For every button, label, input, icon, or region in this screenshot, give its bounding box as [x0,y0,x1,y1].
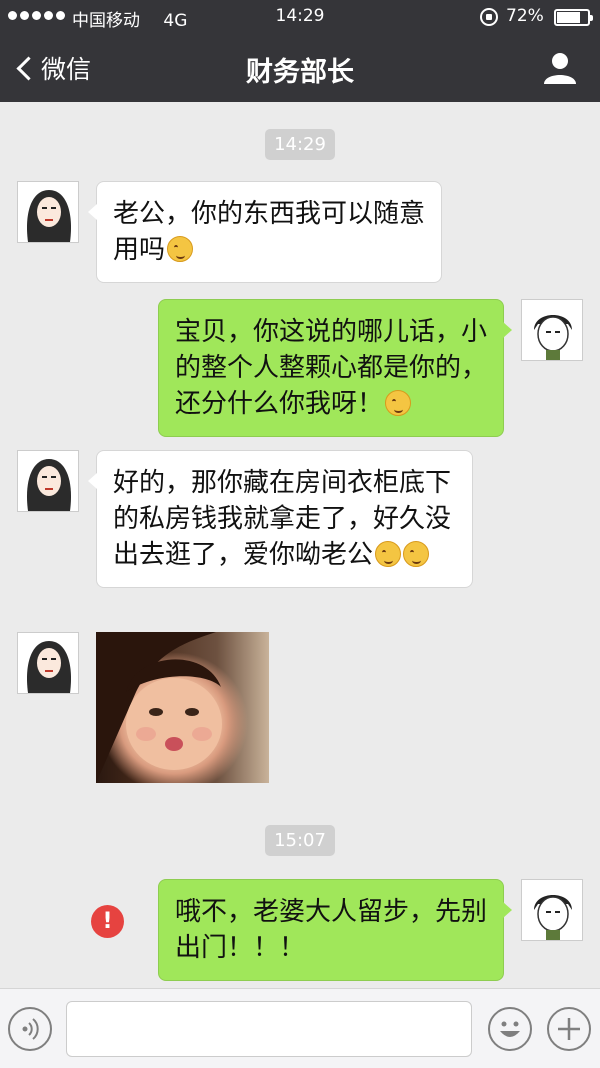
battery-percent: 72% [506,6,544,26]
heart-eyes-emoji-icon [385,390,412,416]
emoji-icon [500,1021,520,1037]
timestamp: 15:07 [0,825,600,856]
message-bubble-incoming[interactable]: 老公，你的东西我可以随意用吗 [88,181,442,283]
message-bubble-outgoing[interactable]: 宝贝，你这说的哪儿话，小的整个人整颗心都是你的，还分什么你我呀！ [158,299,512,437]
short-hair-avatar-icon [522,300,582,360]
contact-avatar[interactable] [17,632,79,694]
send-failed-icon[interactable]: ! [91,905,124,938]
chevron-left-icon [16,55,41,81]
plus-button[interactable] [547,1007,591,1051]
chat-area[interactable]: 14:29 老公，你的东西我可以随意用吗 宝贝，你这说的哪儿话，小的整个人整颗心… [0,102,600,988]
message-bubble-outgoing[interactable]: 哦不，老婆大人留步，先别出门！！！ [158,879,512,981]
message-bubble-incoming[interactable]: 好的，那你藏在房间衣柜底下的私房钱我就拿走了，好久没出去逛了，爱你呦老公 [88,450,473,588]
person-icon[interactable] [540,50,580,86]
smile-emoji-icon [167,236,194,262]
voice-icon [22,1018,39,1040]
image-message[interactable] [96,632,269,783]
contact-avatar[interactable] [17,450,79,512]
rotation-lock-icon [480,8,498,26]
my-avatar[interactable] [521,299,583,361]
voice-button[interactable] [8,1007,52,1051]
timestamp: 14:29 [0,129,600,160]
input-bar [0,988,600,1068]
kiss-emoji-icon [403,541,430,567]
long-hair-avatar-icon [18,633,78,693]
message-input[interactable] [66,1001,472,1057]
plus-icon [558,1018,580,1040]
long-hair-avatar-icon [18,182,78,242]
short-hair-avatar-icon [522,880,582,940]
status-bar: 中国移动 4G 14:29 72% [0,0,600,34]
kiss-emoji-icon [375,541,402,567]
emoji-button[interactable] [488,1007,532,1051]
my-avatar[interactable] [521,879,583,941]
top-bar: 中国移动 4G 14:29 72% 微信 财务部长 [0,0,600,102]
contact-avatar[interactable] [17,181,79,243]
back-label: 微信 [41,55,92,84]
battery-icon [554,9,593,26]
photo-pouting-girl-icon [96,632,222,783]
long-hair-avatar-icon [18,451,78,511]
back-button[interactable]: 微信 [12,48,91,88]
